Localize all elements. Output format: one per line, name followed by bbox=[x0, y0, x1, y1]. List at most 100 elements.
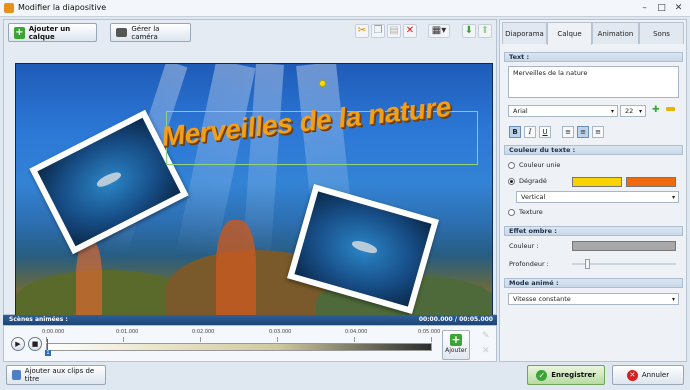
scene-marker: 1 bbox=[45, 350, 51, 356]
texture-option[interactable]: Texture bbox=[508, 208, 543, 216]
editor-panel: + Ajouter un calque Gérer la caméra ✂ ❐ … bbox=[3, 19, 497, 331]
radio-icon bbox=[508, 208, 515, 216]
italic-icon[interactable]: I bbox=[524, 126, 536, 138]
tick-mark bbox=[123, 337, 124, 342]
window-title: Modifier la diapositive bbox=[18, 3, 107, 12]
tab-diaporama[interactable]: Diaporama bbox=[502, 22, 547, 44]
gradient-direction-value: Vertical bbox=[521, 193, 546, 201]
add-title-clips-label: Ajouter aux clips de titre bbox=[24, 367, 95, 383]
chevron-down-icon: ▾ bbox=[671, 194, 675, 201]
app-icon bbox=[4, 3, 14, 13]
align-right-icon[interactable]: ≡ bbox=[592, 126, 604, 138]
move-up-icon[interactable]: ⬆ bbox=[478, 24, 492, 38]
move-down-icon[interactable]: ⬇ bbox=[462, 24, 476, 38]
chevron-down-icon: ▾ bbox=[638, 108, 642, 115]
align-center-icon[interactable]: ≡ bbox=[577, 126, 589, 138]
tick-label: 0:02.000 bbox=[192, 329, 215, 335]
tick-mark bbox=[200, 337, 201, 342]
cut-icon[interactable]: ✂ bbox=[355, 24, 369, 38]
tick-label: 0:00.000 bbox=[42, 329, 65, 335]
add-scene-button[interactable]: + Ajouter bbox=[442, 330, 470, 360]
scenes-header: Scènes animées : 00:00.000 / 00:05.000 bbox=[3, 315, 497, 325]
dolphin-image bbox=[95, 169, 123, 190]
texture-label: Texture bbox=[519, 208, 543, 216]
dolphin-image bbox=[351, 239, 379, 255]
save-label: Enregistrer bbox=[551, 371, 596, 379]
tick-label: 0:04.000 bbox=[345, 329, 368, 335]
align-left-icon[interactable]: ≡ bbox=[562, 126, 574, 138]
shadow-depth-slider[interactable] bbox=[585, 259, 590, 269]
font-size-value: 22 bbox=[625, 107, 634, 115]
scenes-time: 00:00.000 / 00:05.000 bbox=[418, 316, 493, 323]
title-clip-icon bbox=[12, 370, 21, 380]
stop-icon[interactable]: ■ bbox=[28, 337, 42, 351]
color-section-header: Couleur du texte : bbox=[504, 145, 683, 155]
tab-calque[interactable]: Calque bbox=[547, 22, 592, 45]
add-layer-button[interactable]: + Ajouter un calque bbox=[8, 23, 97, 42]
underline-icon[interactable]: U bbox=[539, 126, 551, 138]
save-button[interactable]: ✓ Enregistrer bbox=[527, 365, 605, 385]
shadow-color-label: Couleur : bbox=[509, 242, 539, 250]
radio-icon bbox=[508, 161, 515, 169]
align-dropdown-icon[interactable]: ▦▾ bbox=[428, 24, 450, 38]
font-value: Arial bbox=[513, 107, 528, 115]
add-scene-label: Ajouter bbox=[445, 347, 467, 354]
photo-image bbox=[37, 117, 181, 247]
coral-decoration bbox=[216, 220, 256, 330]
camera-button[interactable]: Gérer la caméra bbox=[110, 23, 191, 42]
close-button[interactable]: ✕ bbox=[672, 2, 685, 14]
delete-scene-icon[interactable]: ✕ bbox=[482, 347, 491, 356]
slide-canvas[interactable]: Merveilles de la nature bbox=[15, 63, 493, 331]
solid-color-option[interactable]: Couleur unie bbox=[508, 161, 560, 169]
tick-label: 0:05.000 bbox=[418, 329, 441, 335]
edit-scene-icon[interactable]: ✎ bbox=[482, 332, 491, 341]
gradient-color-1[interactable] bbox=[572, 177, 622, 187]
gradient-color-2[interactable] bbox=[626, 177, 676, 187]
text-input[interactable]: Merveilles de la nature bbox=[508, 66, 679, 98]
increase-size-icon[interactable]: ✚ bbox=[652, 105, 660, 115]
anim-section-header: Mode animé : bbox=[504, 278, 683, 288]
tick-label: 0:03.000 bbox=[269, 329, 292, 335]
bold-icon[interactable]: B bbox=[509, 126, 521, 138]
rotate-handle[interactable] bbox=[319, 80, 326, 87]
tick-mark bbox=[431, 337, 432, 342]
chevron-down-icon: ▾ bbox=[610, 108, 614, 115]
solid-color-label: Couleur unie bbox=[519, 161, 561, 169]
decrease-size-icon[interactable] bbox=[666, 107, 675, 111]
chevron-down-icon: ▾ bbox=[671, 296, 675, 303]
font-size-select[interactable]: 22 ▾ bbox=[620, 105, 646, 117]
anim-mode-select[interactable]: Vitesse constante ▾ bbox=[508, 293, 679, 305]
text-section-header: Text : bbox=[504, 52, 683, 62]
tick-mark bbox=[354, 337, 355, 342]
tab-sons[interactable]: Sons bbox=[639, 22, 684, 44]
timeline-track[interactable] bbox=[46, 343, 432, 351]
radio-selected-icon bbox=[508, 177, 515, 185]
shadow-section-header: Effet ombre : bbox=[504, 226, 683, 236]
copy-icon[interactable]: ❐ bbox=[371, 24, 385, 38]
properties-panel: Diaporama Calque Animation Sons Text : M… bbox=[499, 19, 687, 362]
font-select[interactable]: Arial ▾ bbox=[508, 105, 618, 117]
playhead[interactable]: 1 bbox=[45, 339, 51, 357]
add-title-clips-button[interactable]: Ajouter aux clips de titre bbox=[6, 365, 106, 385]
cancel-label: Annuler bbox=[641, 371, 670, 379]
gradient-label: Dégradé bbox=[519, 177, 547, 185]
scenes-label: Scènes animées : bbox=[9, 316, 68, 323]
play-icon[interactable]: ▶ bbox=[11, 337, 25, 351]
gradient-option[interactable]: Dégradé bbox=[508, 177, 547, 185]
cancel-button[interactable]: ✕ Annuler bbox=[612, 365, 684, 385]
tick-label: 0:01.000 bbox=[116, 329, 139, 335]
gradient-direction-select[interactable]: Vertical ▾ bbox=[516, 191, 679, 203]
shadow-color-swatch[interactable] bbox=[572, 241, 676, 251]
anim-mode-value: Vitesse constante bbox=[513, 295, 571, 303]
shadow-depth-label: Profondeur : bbox=[509, 260, 549, 268]
paste-icon[interactable]: ▤ bbox=[387, 24, 401, 38]
tab-animation[interactable]: Animation bbox=[592, 22, 639, 44]
delete-icon[interactable]: ✕ bbox=[403, 24, 417, 38]
check-icon: ✓ bbox=[536, 369, 548, 381]
minimize-button[interactable]: – bbox=[638, 2, 651, 14]
bottom-bar: Ajouter aux clips de titre ✓ Enregistrer… bbox=[0, 362, 690, 390]
camera-icon bbox=[116, 28, 128, 37]
plus-icon: + bbox=[14, 26, 25, 39]
maximize-button[interactable]: □ bbox=[655, 2, 668, 14]
cancel-icon: ✕ bbox=[626, 369, 638, 381]
